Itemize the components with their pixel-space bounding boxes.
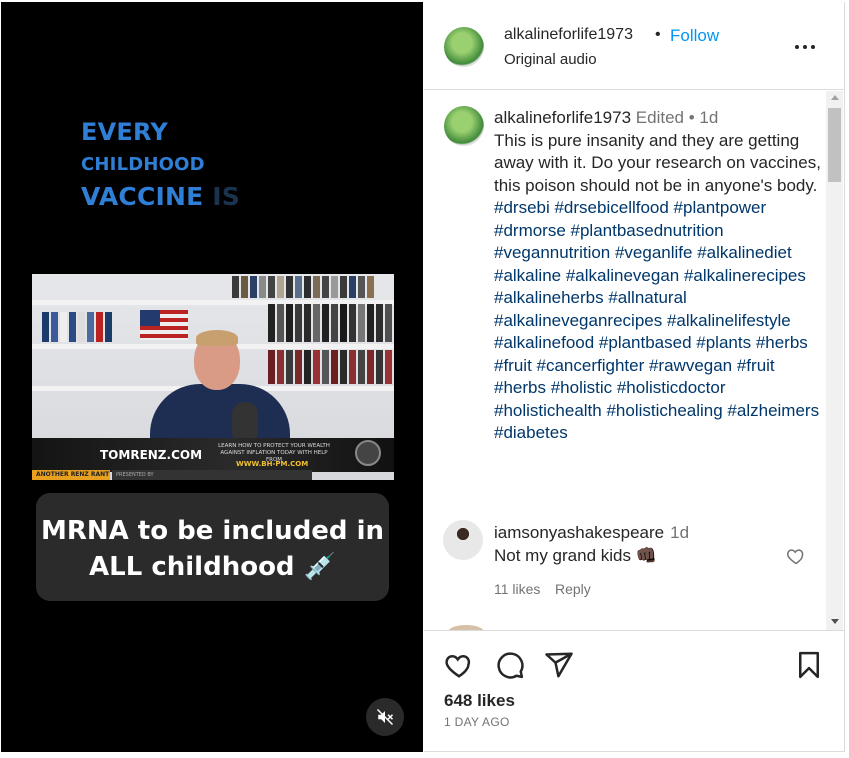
like-heart-icon[interactable] — [444, 650, 474, 680]
video-caption-line-1: MRNA to be included in — [40, 516, 385, 546]
comment-like-icon[interactable] — [786, 546, 806, 566]
more-dots-icon — [795, 45, 799, 49]
clip-brand: TOMRENZ.COM — [100, 448, 203, 462]
header-separator: • — [655, 26, 661, 43]
comment-reply-button[interactable]: Reply — [555, 581, 591, 597]
post-date: 1 DAY AGO — [444, 715, 510, 729]
clip-subtag: PRESENTED BY — [112, 470, 312, 480]
overlay-line-2: CHILDHOOD — [81, 154, 205, 175]
author-avatar[interactable] — [444, 27, 484, 67]
caption-dot: • — [688, 108, 695, 127]
post-modal: EVERY CHILDHOOD VACCINE IS TOMRENZ.COM L… — [0, 0, 849, 758]
comment-age: 1d — [670, 523, 690, 542]
audio-link[interactable]: Original audio — [504, 51, 597, 68]
speaker-hair — [196, 330, 238, 346]
caption-author-avatar[interactable] — [444, 106, 484, 146]
lower-third-banner — [32, 438, 394, 472]
reel-video[interactable]: EVERY CHILDHOOD VACCINE IS TOMRENZ.COM L… — [1, 2, 423, 752]
post-actions: 648 likes 1 DAY AGO — [424, 630, 845, 752]
scroll-up-arrow-icon[interactable] — [831, 95, 839, 100]
american-flag — [140, 310, 188, 340]
commenter-avatar[interactable] — [443, 520, 483, 560]
share-send-icon[interactable] — [544, 650, 574, 680]
clip-badge-icon — [355, 440, 381, 466]
panel-right-border — [844, 2, 845, 752]
more-options-button[interactable] — [795, 38, 819, 56]
post-caption: alkalineforlife1973 Edited • 1d This is … — [494, 107, 824, 445]
caption-hashtags[interactable]: #drsebi #drsebicellfood #plantpower #drm… — [494, 197, 824, 445]
video-caption-line-2: ALL childhood 💉 — [89, 552, 336, 582]
scroll-down-arrow-icon[interactable] — [831, 619, 839, 624]
comment-header: iamsonyashakespeare 1d — [494, 523, 689, 543]
book-row — [232, 276, 374, 298]
comments-section[interactable]: alkalineforlife1973 Edited • 1d This is … — [424, 91, 845, 630]
caption-age: 1d — [699, 108, 719, 127]
caption-text: This is pure insanity and they are getti… — [494, 130, 821, 195]
overlay-line-3-faint: IS — [203, 182, 241, 211]
video-caption-box: MRNA to be included in ALL childhood 💉 — [36, 493, 389, 601]
comments-scrollbar[interactable] — [826, 91, 843, 630]
author-username[interactable]: alkalineforlife1973 — [504, 26, 633, 44]
book-row — [268, 350, 392, 384]
comment-text: Not my grand kids 👊🏿 — [494, 546, 657, 565]
clip-url: WWW.BH-PM.COM — [236, 460, 309, 468]
post-details-panel: alkalineforlife1973 • Follow Original au… — [424, 2, 845, 752]
commenter-username[interactable]: iamsonyashakespeare — [494, 523, 664, 542]
panel-bottom-border — [424, 751, 845, 752]
book-row — [268, 304, 392, 342]
embedded-video-clip: TOMRENZ.COM LEARN HOW TO PROTECT YOUR WE… — [32, 274, 394, 480]
overlay-line-1: EVERY — [81, 118, 168, 146]
comment-bubble-icon[interactable] — [495, 650, 525, 680]
mute-toggle-button[interactable] — [366, 698, 404, 736]
caption-edited: Edited — [635, 108, 684, 127]
scrollbar-thumb[interactable] — [828, 108, 841, 182]
follow-button[interactable]: Follow — [670, 26, 719, 46]
book-row — [42, 312, 112, 342]
comment-likes[interactable]: 11 likes — [494, 581, 540, 597]
caption-username[interactable]: alkalineforlife1973 — [494, 108, 631, 127]
overlay-line-3-main: VACCINE — [81, 182, 204, 211]
post-header: alkalineforlife1973 • Follow Original au… — [424, 2, 845, 90]
overlay-line-3: VACCINE IS — [81, 182, 240, 211]
save-bookmark-icon[interactable] — [794, 650, 824, 680]
speaker-muted-icon — [376, 708, 394, 726]
post-likes-count[interactable]: 648 likes — [444, 691, 515, 711]
clip-tag: ANOTHER RENZ RANT — [32, 470, 110, 480]
